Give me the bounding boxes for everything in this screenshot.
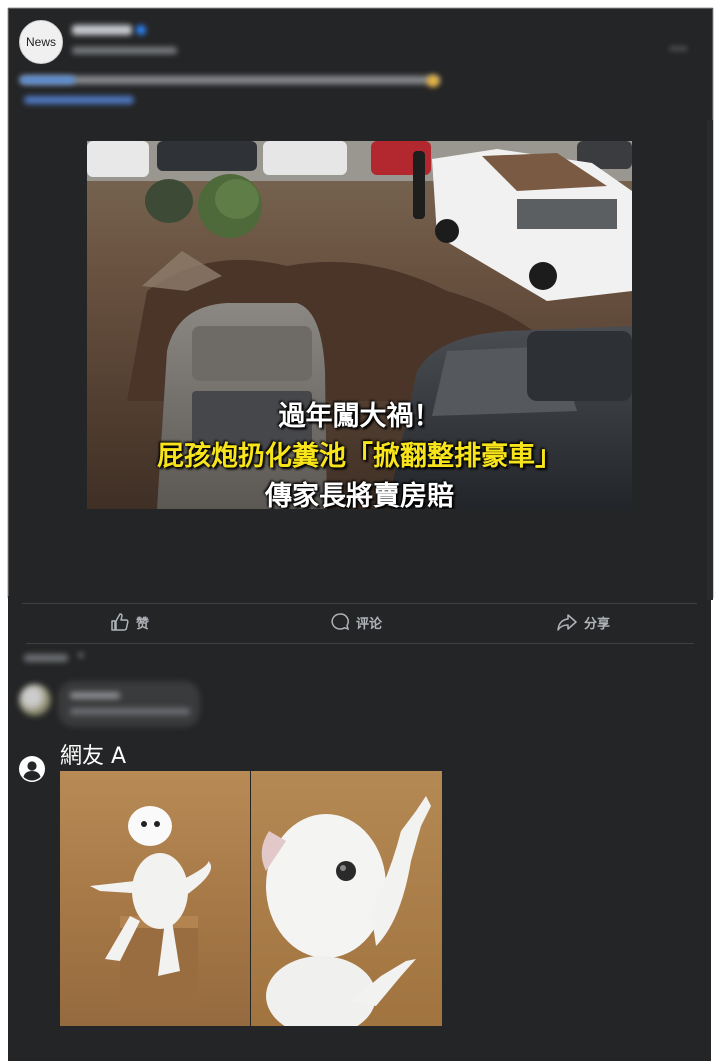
commenter-avatar-redacted[interactable] [19,684,51,716]
comment-author-name[interactable]: 網友 A [60,738,126,770]
post-hashtag-redacted[interactable] [20,76,75,84]
caption-line-1: 過年闖大禍！ [278,401,441,432]
share-arrow-icon [557,614,577,631]
action-bar-bottom-divider [26,643,694,644]
share-label: 分享 [584,615,611,631]
speech-bubble-icon [331,613,350,631]
emoji-icon [427,75,439,87]
post-link-redacted[interactable] [24,96,134,104]
more-options-icon[interactable]: ••• [670,40,688,56]
page-name-redacted[interactable] [72,25,132,35]
white-cat-figure-shrug [261,796,431,1026]
comment-label: 评论 [356,615,383,631]
comment-text-redacted [70,708,190,715]
meme-panel-left [60,771,250,1026]
share-button[interactable]: 分享 [556,612,610,632]
chevron-down-icon[interactable]: ▼ [76,651,86,662]
post-timestamp-redacted[interactable] [72,47,177,54]
page-avatar[interactable]: News [19,20,63,64]
white-cat-figure-sitting [90,806,212,1008]
post-image[interactable]: 過年闖大禍！ 屁孩炮扔化糞池「掀翻整排豪車」 傳家長將賣房賠 [87,141,632,509]
comment-bubble-redacted [58,681,200,727]
thumbs-up-icon [111,613,129,631]
comment-sort-redacted[interactable] [24,654,68,662]
caption-line-3: 傳家長將賣房賠 [265,481,454,509]
caption-line-2: 屁孩炮扔化糞池「掀翻整排豪車」 [157,441,562,472]
action-bar-top-divider [22,603,697,604]
comment-meme-image[interactable] [60,771,442,1026]
meme-panel-right [251,771,442,1026]
comment-author-redacted[interactable] [70,692,120,699]
edge-strip [707,120,713,600]
like-label: 赞 [136,615,150,631]
like-button[interactable]: 赞 [110,612,149,632]
user-avatar-icon[interactable] [19,756,45,782]
post-text-redacted [20,76,440,84]
avatar-label: News [25,35,56,49]
verified-badge-icon [136,25,146,35]
comment-button[interactable]: 评论 [330,612,382,632]
